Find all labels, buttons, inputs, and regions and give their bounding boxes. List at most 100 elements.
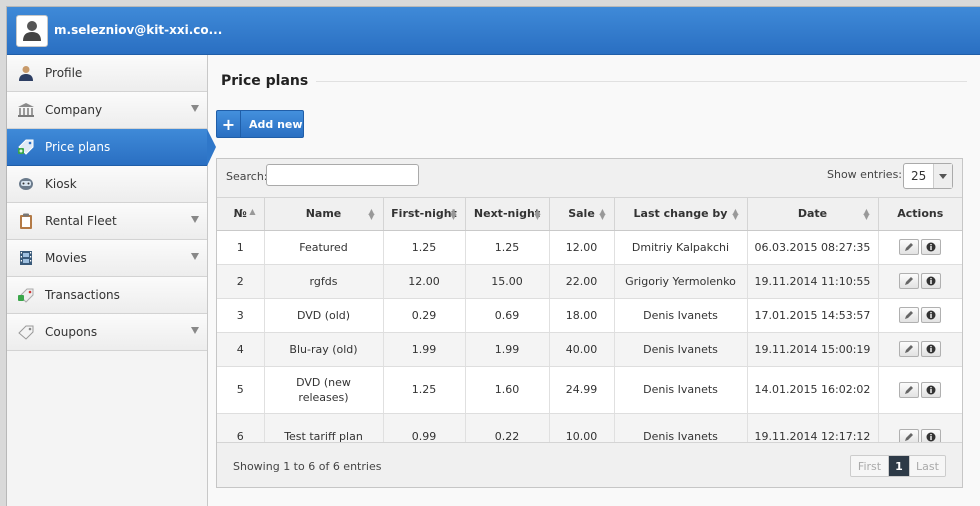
table-row[interactable]: 5 DVD (new releases) 1.25 1.60 24.99 Denis Iv… — [217, 366, 962, 414]
caret-down-icon[interactable] — [191, 327, 199, 334]
sidebar-item-rental-fleet[interactable]: Rental Fleet — [7, 203, 207, 240]
column-header-last-change-by[interactable]: Last change by ▲ ▼ — [614, 198, 748, 231]
actions-cell — [878, 366, 962, 414]
next-night-cell: 0.69 — [465, 298, 550, 333]
sidebar-item-kiosk[interactable]: Kiosk — [7, 166, 207, 203]
pencil-icon — [905, 345, 914, 353]
next-night-cell: 15.00 — [465, 264, 550, 299]
sidebar-item-label: Company — [45, 103, 103, 117]
info-button[interactable] — [921, 273, 942, 289]
table-header-row: № ▲ Name ▲ ▼ First-night ▲ ▼ Next-night ▲ ▼ Sal… — [217, 198, 962, 231]
date-cell: 06.03.2015 08:27:35 — [747, 230, 879, 265]
coupon-icon — [17, 323, 35, 341]
number-cell: 5 — [217, 366, 265, 414]
info-icon — [926, 242, 936, 252]
search-label: Search: — [226, 170, 268, 183]
first-night-cell: 0.29 — [383, 298, 466, 333]
pager-last-button[interactable]: Last — [909, 456, 945, 476]
column-header-sale[interactable]: Sale ▲ ▼ — [549, 198, 615, 231]
plus-icon: + — [217, 111, 241, 137]
first-night-cell: 1.25 — [383, 366, 466, 414]
last-change-by-cell: Dmitriy Kalpakchi — [614, 230, 748, 265]
actions-cell — [878, 332, 962, 367]
user-email[interactable]: m.selezniov@kit-xxi.co... — [54, 23, 222, 37]
info-icon — [926, 344, 936, 354]
sort-asc-icon: ▲ — [249, 207, 256, 216]
sidebar-item-transactions[interactable]: Transactions — [7, 277, 207, 314]
title-divider — [221, 81, 967, 82]
column-header-number[interactable]: № ▲ — [217, 198, 265, 231]
sidebar-item-price-plans[interactable]: Price plans — [7, 129, 216, 166]
number-cell: 1 — [217, 230, 265, 265]
add-new-button[interactable]: + Add new — [216, 110, 304, 138]
name-cell: Featured — [264, 230, 384, 265]
price-tag-icon — [17, 138, 35, 156]
edit-button[interactable] — [899, 381, 920, 398]
pager-first-button[interactable]: First — [851, 456, 889, 476]
column-header-date[interactable]: Date ▲ ▼ — [747, 198, 879, 231]
pencil-icon — [905, 432, 914, 441]
next-night-cell: 1.99 — [465, 332, 550, 367]
sort-icon: ▲ ▼ — [863, 207, 870, 221]
sale-cell: 40.00 — [549, 332, 615, 367]
table-footer: Showing 1 to 6 of 6 entries First 1 Last — [217, 442, 962, 487]
caret-down-icon[interactable] — [191, 253, 199, 260]
sidebar-item-movies[interactable]: Movies — [7, 240, 207, 277]
search-input[interactable] — [266, 164, 419, 186]
entries-info: Showing 1 to 6 of 6 entries — [233, 460, 382, 473]
pencil-icon — [905, 311, 914, 319]
sort-icon: ▲ ▼ — [368, 207, 375, 221]
app-frame: m.selezniov@kit-xxi.co... Profile Company… — [6, 6, 980, 506]
edit-button[interactable] — [899, 341, 920, 357]
table-toolbar: Search: Show entries: 25 — [217, 159, 962, 198]
first-night-cell: 1.99 — [383, 332, 466, 367]
sidebar-item-company[interactable]: Company — [7, 92, 207, 129]
info-button[interactable] — [921, 239, 942, 255]
sidebar-item-label: Price plans — [45, 140, 111, 154]
pager-page-1[interactable]: 1 — [889, 456, 909, 476]
sidebar-item-label: Rental Fleet — [45, 214, 117, 228]
first-night-cell: 12.00 — [383, 264, 466, 299]
person-icon — [17, 64, 35, 82]
sidebar-item-coupons[interactable]: Coupons — [7, 314, 207, 351]
caret-down-icon[interactable] — [191, 216, 199, 223]
sale-cell: 18.00 — [549, 298, 615, 333]
sidebar: Profile Company Price plans Kiosk Rental Fle… — [7, 55, 216, 506]
info-button[interactable] — [921, 307, 942, 323]
info-button[interactable] — [921, 381, 942, 398]
sort-icon: ▲ ▼ — [599, 207, 606, 221]
caret-down-icon[interactable] — [191, 105, 199, 112]
column-header-first-night[interactable]: First-night ▲ ▼ — [383, 198, 466, 231]
main-content: Price plans + Add new Search: Show entri… — [215, 55, 980, 506]
table-row[interactable]: 4 Blu-ray (old) 1.99 1.99 40.00 Denis Ivanets… — [217, 332, 962, 367]
column-header-name[interactable]: Name ▲ ▼ — [264, 198, 384, 231]
date-cell: 19.11.2014 15:00:19 — [747, 332, 879, 367]
name-cell: rgfds — [264, 264, 384, 299]
edit-button[interactable] — [899, 273, 920, 289]
last-change-by-cell: Denis Ivanets — [614, 298, 748, 333]
column-header-next-night[interactable]: Next-night ▲ ▼ — [465, 198, 550, 231]
top-bar: m.selezniov@kit-xxi.co... — [7, 7, 980, 55]
table-row[interactable]: 3 DVD (old) 0.29 0.69 18.00 Denis Ivanets 17.0… — [217, 298, 962, 333]
user-avatar[interactable] — [16, 15, 48, 47]
pencil-icon — [905, 243, 914, 251]
column-header-actions: Actions — [878, 198, 962, 231]
entries-select[interactable]: 25 — [903, 163, 953, 189]
last-change-by-cell: Grigoriy Yermolenko — [614, 264, 748, 299]
sidebar-item-label: Coupons — [45, 325, 98, 339]
sidebar-item-profile[interactable]: Profile — [7, 55, 207, 92]
sidebar-item-label: Movies — [45, 251, 87, 265]
actions-cell — [878, 230, 962, 265]
table-row[interactable]: 1 Featured 1.25 1.25 12.00 Dmitriy Kalpakchi 0… — [217, 230, 962, 265]
add-new-label: Add new — [249, 117, 303, 131]
sale-cell: 12.00 — [549, 230, 615, 265]
table-row[interactable]: 2 rgfds 12.00 15.00 22.00 Grigoriy Yermolenko… — [217, 264, 962, 299]
info-button[interactable] — [921, 341, 942, 357]
transactions-icon — [17, 286, 35, 304]
price-plans-table: № ▲ Name ▲ ▼ First-night ▲ ▼ Next-night ▲ ▼ Sal… — [217, 198, 962, 461]
user-icon — [23, 21, 41, 41]
info-icon — [926, 310, 936, 320]
edit-button[interactable] — [899, 239, 920, 255]
edit-button[interactable] — [899, 307, 920, 323]
first-night-cell: 1.25 — [383, 230, 466, 265]
